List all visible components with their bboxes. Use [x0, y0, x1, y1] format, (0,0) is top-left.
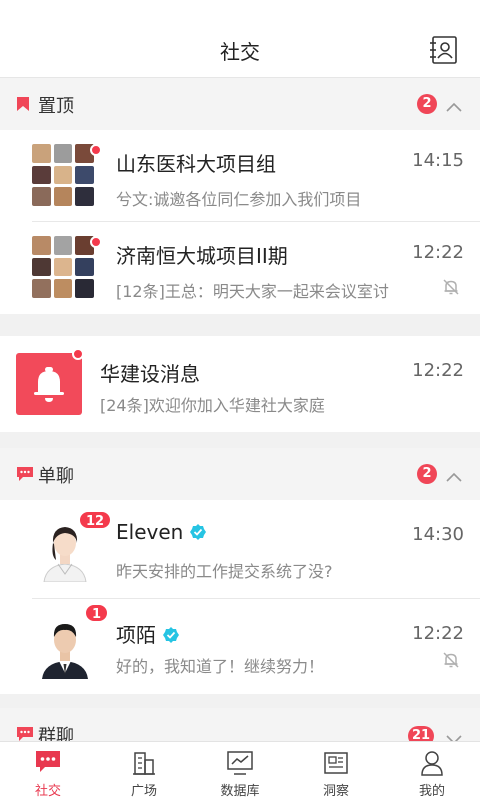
tab-plaza[interactable]: 广场 — [96, 742, 192, 800]
chat-row-pinned-2[interactable]: 济南恒大城项目II期 12:22 [12条]王总：明天大家一起来会议室讨 — [0, 222, 480, 314]
section-gap — [0, 694, 480, 708]
bell-icon — [34, 367, 64, 402]
pinned-section-header[interactable]: 置顶 2 — [0, 78, 480, 130]
chat-preview: 好的，我知道了！继续努力！ — [116, 657, 325, 676]
chat-name: 济南恒大城项目II期 — [116, 244, 288, 268]
group-avatar — [32, 144, 98, 210]
chat-row-pinned-1[interactable]: 山东医科大项目组 14:15 兮文:诚邀各位同仁参加入我们项目 — [0, 130, 480, 222]
unread-dot — [72, 348, 84, 360]
buildings-icon — [132, 750, 156, 780]
chat-preview: [24条]欢迎你加入华建社大家庭 — [100, 396, 325, 415]
bottom-tab-bar: 社交 广场 数据库 洞察 我的 — [0, 741, 480, 800]
single-chat-label: 单聊 — [38, 466, 74, 487]
pinned-unread-badge: 2 — [417, 94, 437, 114]
group-chat-label: 群聊 — [38, 726, 74, 741]
chevron-up-icon[interactable] — [446, 467, 462, 486]
bookmark-flag-icon — [16, 96, 30, 116]
section-gap — [0, 314, 480, 336]
chat-time: 14:15 — [412, 150, 464, 171]
contacts-book-icon[interactable] — [428, 36, 458, 64]
group-chat-icon — [16, 726, 34, 741]
chat-time: 12:22 — [412, 623, 464, 644]
chevron-down-icon[interactable] — [446, 730, 462, 741]
unread-count-badge: 1 — [84, 603, 110, 623]
news-icon — [323, 750, 349, 780]
tab-label: 社交 — [34, 784, 61, 799]
tab-label: 洞察 — [322, 784, 349, 799]
single-chat-section-header[interactable]: 单聊 2 — [0, 448, 480, 500]
chat-name-line: 项陌 — [116, 619, 180, 649]
pinned-section-label: 置顶 — [38, 96, 74, 117]
chat-name: 华建设消息 — [100, 362, 200, 386]
chat-bubble-icon — [16, 466, 34, 486]
unread-dot — [90, 144, 102, 156]
chat-bubble-icon — [35, 750, 61, 778]
chat-name: 项陌 — [116, 623, 156, 647]
chat-preview: 昨天安排的工作提交系统了没? — [116, 562, 333, 581]
tab-label: 数据库 — [220, 784, 260, 799]
group-avatar — [32, 236, 98, 302]
unread-dot — [90, 236, 102, 248]
avatar — [32, 613, 98, 679]
tab-social[interactable]: 社交 — [0, 742, 96, 800]
chat-name: Eleven — [116, 520, 184, 544]
chat-row-xiangmo[interactable]: 1 项陌 12:22 好的，我知道了！继续努力！ — [0, 599, 480, 694]
chat-row-notice[interactable]: 华建设消息 12:22 [24条]欢迎你加入华建社大家庭 — [0, 336, 480, 432]
top-nav-bar: 社交 — [0, 0, 480, 78]
group-chat-section-header[interactable]: 群聊 21 — [0, 708, 480, 741]
tab-label: 我的 — [418, 784, 445, 799]
person-icon — [420, 750, 444, 780]
chat-name: 山东医科大项目组 — [116, 152, 276, 176]
muted-bell-icon — [442, 651, 460, 673]
chat-row-eleven[interactable]: 12 Eleven 14:30 昨天安排的工作提交系统了没? — [0, 500, 480, 599]
chart-monitor-icon — [226, 750, 254, 780]
notice-avatar — [16, 353, 82, 415]
group-unread-badge: 21 — [408, 726, 435, 741]
section-gap — [0, 432, 480, 448]
tab-label: 广场 — [130, 784, 157, 799]
page-title: 社交 — [220, 40, 260, 64]
chat-time: 14:30 — [412, 524, 464, 545]
chat-name-line: Eleven — [116, 520, 207, 546]
chat-time: 12:22 — [412, 242, 464, 263]
chat-preview: 兮文:诚邀各位同仁参加入我们项目 — [116, 190, 362, 209]
unread-count-badge: 12 — [78, 510, 113, 530]
single-chat-unread-badge: 2 — [417, 464, 437, 484]
tab-insight[interactable]: 洞察 — [288, 742, 384, 800]
tab-database[interactable]: 数据库 — [192, 742, 288, 800]
chat-preview: [12条]王总：明天大家一起来会议室讨 — [116, 282, 389, 301]
chat-time: 12:22 — [412, 360, 464, 381]
tab-mine[interactable]: 我的 — [384, 742, 480, 800]
verified-check-icon — [189, 522, 207, 546]
verified-check-icon — [162, 625, 180, 649]
muted-bell-icon — [442, 278, 460, 300]
chevron-up-icon[interactable] — [446, 97, 462, 116]
